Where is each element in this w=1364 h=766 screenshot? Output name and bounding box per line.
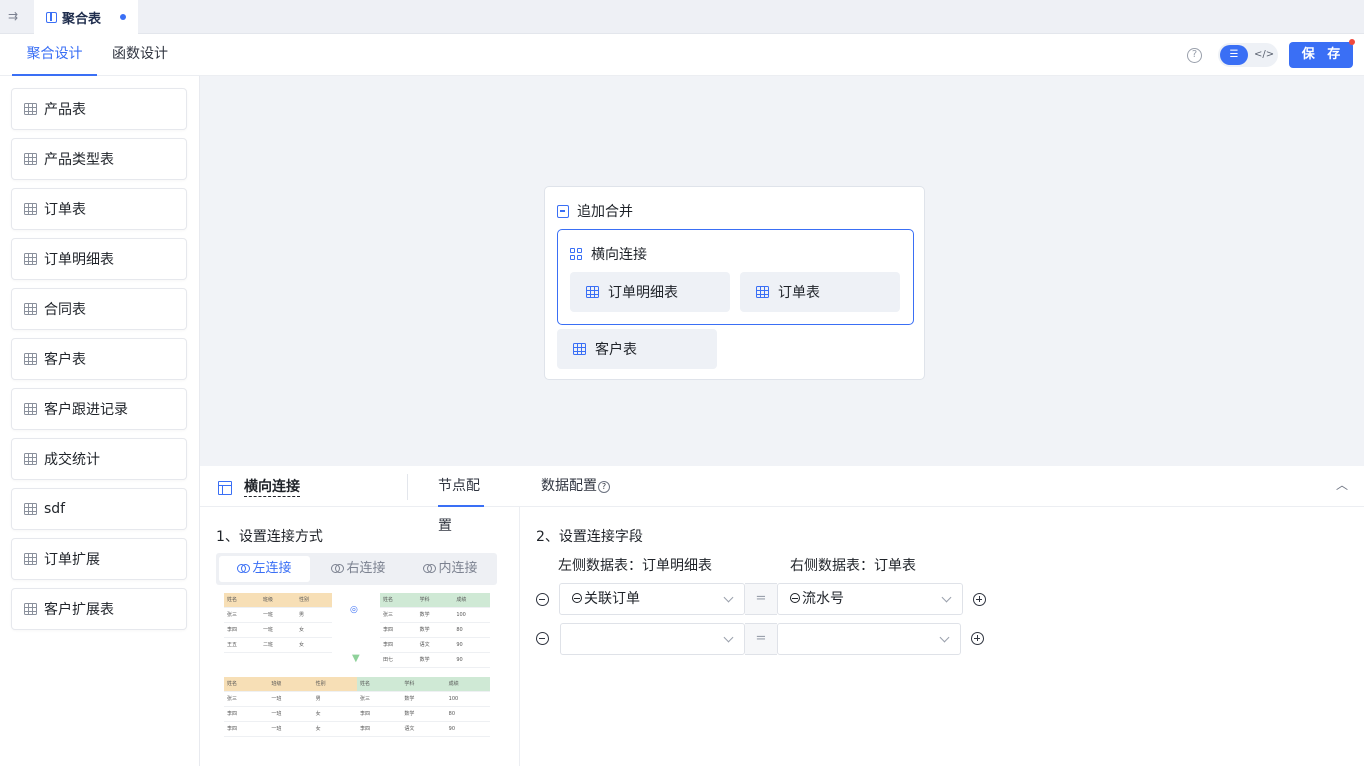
right-field-select[interactable]: 流水号 — [777, 583, 963, 615]
sidebar-item-sdf[interactable]: sdf — [11, 488, 187, 530]
table-sidebar: 产品表 产品类型表 订单表 订单明细表 合同表 客户表 客户跟进记录 成交统计 … — [0, 76, 200, 766]
illus-result-table: 姓名 班级 性别 姓名 学科 成绩 张三 一班男张三 数学 100 李四 一班女李四 数学 80 李四… — [224, 677, 490, 737]
join-icon — [570, 247, 583, 261]
tab-function-design[interactable]: 函数设计 — [112, 34, 168, 76]
illus-right-table: 姓名 学科 成绩 张三 数学 100 李四 数学 80 李四 语文 90 田七 数学 90 — [380, 593, 490, 668]
sidebar-item-product[interactable]: 产品表 — [11, 88, 187, 130]
config-panel-header: 横向连接 节点配置 数据配置? ︿ — [200, 466, 1364, 534]
table-icon — [24, 603, 37, 615]
save-badge-dot — [1349, 39, 1355, 45]
table-icon — [24, 553, 37, 565]
tab-title: 聚合表 — [62, 11, 102, 27]
arrow-down-icon: ▼ — [352, 653, 360, 664]
node-order-detail[interactable]: 订单明细表 — [570, 272, 730, 312]
right-join-option[interactable]: 右连接 — [313, 556, 404, 582]
chevron-up-icon[interactable]: ︿ — [1336, 476, 1348, 493]
chevron-down-icon — [723, 632, 734, 643]
join-fields-title: 2、设置连接字段 — [536, 529, 643, 545]
chevron-down-icon — [941, 592, 952, 603]
help-icon[interactable]: ? — [1187, 48, 1202, 63]
join-fields-panel: 2、设置连接字段 左侧数据表：订单明细表 右侧数据表：订单表 关联订单 = 流水… — [520, 507, 1364, 766]
table-icon — [24, 153, 37, 165]
node-customer[interactable]: 客户表 — [557, 329, 717, 369]
field-icon — [790, 593, 800, 603]
join-type-panel: 1、设置连接方式 左连接 右连接 内连接 姓名 班级 性别 张三 一班男 李四 一班女 … — [200, 507, 520, 766]
join-illustration: 姓名 班级 性别 张三 一班男 李四 一班女 王五 二班女 ◎ ▼ 姓名 学科 成绩 张三 数学… — [222, 593, 492, 763]
view-mode-toggle[interactable]: ☰ </> — [1218, 43, 1278, 67]
table-icon — [573, 343, 586, 355]
sidebar-item-customer[interactable]: 客户表 — [11, 338, 187, 380]
left-join-icon — [237, 564, 251, 573]
join-type-title: 1、设置连接方式 — [216, 529, 323, 545]
table-icon — [24, 503, 37, 515]
left-field-select[interactable]: 关联订单 — [559, 583, 745, 615]
left-join-option[interactable]: 左连接 — [219, 556, 310, 582]
table-icon — [24, 403, 37, 415]
tab-node-config[interactable]: 节点配置 — [438, 466, 484, 534]
illus-left-table: 姓名 班级 性别 张三 一班男 李四 一班女 王五 二班女 — [224, 593, 332, 653]
join-title: 横向连接 — [570, 244, 647, 264]
merge-icon — [557, 204, 569, 218]
equals-sign: = — [745, 583, 777, 615]
chevron-down-icon — [939, 632, 950, 643]
table-icon — [24, 303, 37, 315]
table-icon — [218, 481, 232, 495]
table-icon — [24, 203, 37, 215]
help-icon[interactable]: ? — [598, 481, 610, 493]
node-order[interactable]: 订单表 — [740, 272, 900, 312]
table-icon — [756, 286, 769, 298]
design-nav: 聚合设计 函数设计 — [0, 34, 1364, 76]
join-symbol-icon: ◎ — [350, 605, 358, 615]
node-name-title[interactable]: 横向连接 — [244, 478, 300, 497]
join-type-selector: 左连接 右连接 内连接 — [216, 553, 497, 585]
add-row-icon[interactable] — [971, 632, 984, 645]
right-table-label: 右侧数据表：订单表 — [790, 558, 916, 574]
sidebar-item-customer-followup[interactable]: 客户跟进记录 — [11, 388, 187, 430]
sidebar-item-contract[interactable]: 合同表 — [11, 288, 187, 330]
divider — [407, 474, 408, 500]
table-icon — [46, 11, 57, 23]
inner-join-option[interactable]: 内连接 — [407, 556, 494, 582]
table-icon — [586, 286, 599, 298]
chevron-down-icon — [723, 592, 734, 603]
design-canvas[interactable]: 追加合并 横向连接 订单明细表 订单表 客户表 — [200, 76, 1364, 466]
code-mode-icon[interactable]: </> — [1254, 45, 1274, 65]
table-icon — [24, 253, 37, 265]
add-row-icon[interactable] — [973, 593, 986, 606]
table-icon — [24, 353, 37, 365]
remove-row-icon[interactable] — [536, 632, 549, 645]
sidebar-toggle-icon[interactable]: ⇉ — [8, 9, 24, 23]
sidebar-item-customer-ext[interactable]: 客户扩展表 — [11, 588, 187, 630]
right-join-icon — [331, 564, 345, 573]
unsaved-dot-icon — [120, 14, 127, 20]
sidebar-item-deal-stats[interactable]: 成交统计 — [11, 438, 187, 480]
inner-join-icon — [423, 564, 437, 573]
tab-bar: ⇉ 聚合表 — [0, 0, 1364, 34]
left-table-label: 左侧数据表：订单明细表 — [558, 558, 712, 574]
sidebar-item-order[interactable]: 订单表 — [11, 188, 187, 230]
table-icon — [24, 453, 37, 465]
append-merge-node[interactable]: 追加合并 横向连接 订单明细表 订单表 客户表 — [544, 186, 925, 380]
field-icon — [572, 593, 582, 603]
horizontal-join-node[interactable]: 横向连接 订单明细表 订单表 — [557, 229, 914, 325]
equals-sign: = — [745, 623, 777, 655]
tab-aggregate-table[interactable]: 聚合表 — [34, 0, 138, 34]
right-field-select[interactable] — [777, 623, 961, 655]
sidebar-item-product-type[interactable]: 产品类型表 — [11, 138, 187, 180]
table-icon — [24, 103, 37, 115]
sidebar-item-order-ext[interactable]: 订单扩展 — [11, 538, 187, 580]
left-field-select[interactable] — [560, 623, 745, 655]
append-merge-title: 追加合并 — [557, 201, 633, 221]
save-button[interactable]: 保 存 — [1289, 42, 1353, 68]
tab-data-config[interactable]: 数据配置? — [541, 466, 610, 507]
settings-mode-icon[interactable]: ☰ — [1220, 45, 1248, 65]
remove-row-icon[interactable] — [536, 593, 549, 606]
sidebar-item-order-detail[interactable]: 订单明细表 — [11, 238, 187, 280]
tab-aggregate-design[interactable]: 聚合设计 — [12, 34, 97, 76]
